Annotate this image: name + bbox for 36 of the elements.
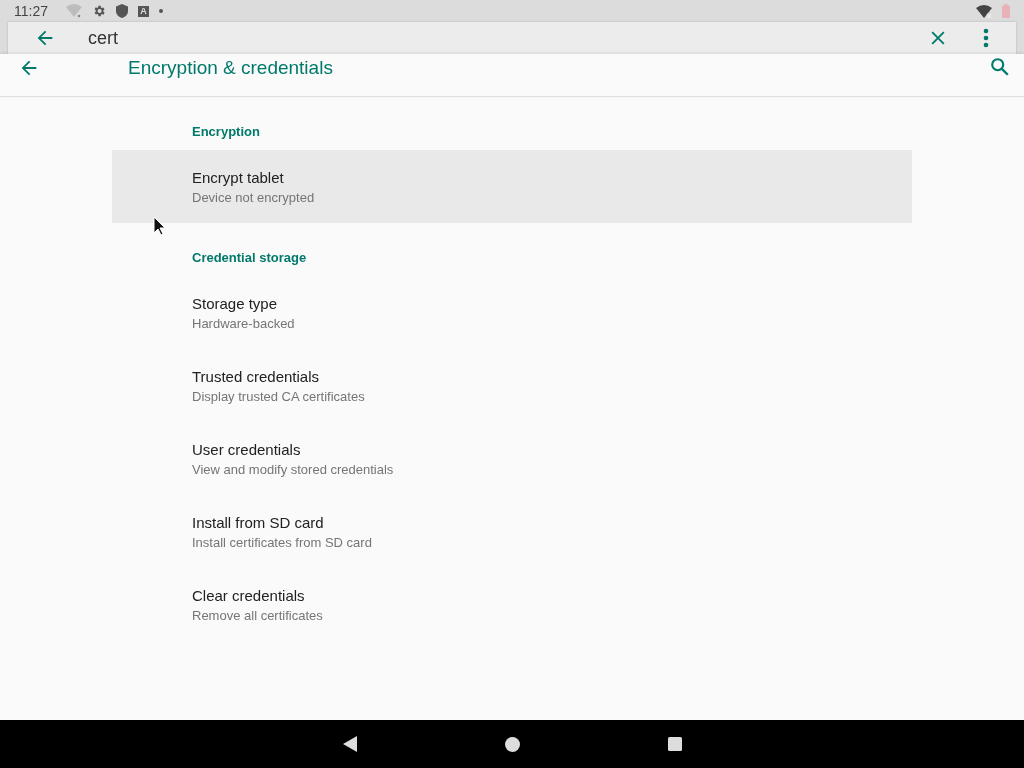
notification-icon: A: [138, 5, 149, 17]
item-summary: View and modify stored credentials: [192, 461, 395, 477]
item-title: Encrypt tablet: [192, 168, 285, 186]
list-item[interactable]: Storage type Hardware-backed: [112, 276, 912, 349]
item-title: User credentials: [192, 440, 302, 458]
wifi-question-icon: [66, 4, 82, 18]
page-title: Encryption & credentials: [128, 57, 333, 79]
item-title: Install from SD card: [192, 513, 325, 531]
item-summary: Hardware-backed: [192, 315, 296, 331]
home-circle-icon[interactable]: [504, 736, 520, 752]
list-item[interactable]: Clear credentials Remove all certificates: [112, 568, 912, 641]
item-title: Storage type: [192, 294, 279, 312]
list-item[interactable]: Encrypt tablet Device not encrypted: [112, 150, 912, 223]
section-header: Encryption: [192, 124, 260, 139]
list-item[interactable]: Install from SD card Install certificates from SD card: [112, 495, 912, 568]
wifi-off-icon: [976, 4, 992, 18]
item-summary: Install certificates from SD card: [192, 534, 373, 550]
list-item[interactable]: Trusted credentials Display trusted CA certificates: [112, 349, 912, 422]
back-triangle-icon[interactable]: [342, 736, 357, 752]
clock-time: 11:27: [14, 3, 48, 19]
settings-icon: [92, 4, 106, 18]
item-title: Trusted credentials: [192, 367, 320, 385]
section-header: Credential storage: [192, 250, 307, 265]
mouse-cursor-icon: [153, 216, 166, 236]
recents-square-icon[interactable]: [667, 737, 682, 751]
more-options-icon[interactable]: [983, 28, 989, 48]
search-icon[interactable]: [989, 56, 1011, 78]
shield-icon: [116, 4, 128, 18]
item-title: Clear credentials: [192, 586, 306, 604]
search-field[interactable]: cert: [88, 27, 208, 49]
battery-icon: [1002, 4, 1010, 18]
dot-icon: [159, 9, 163, 13]
item-summary: Remove all certificates: [192, 607, 324, 623]
list-item[interactable]: User credentials View and modify stored credentials: [112, 422, 912, 495]
item-summary: Device not encrypted: [192, 189, 316, 205]
item-summary: Display trusted CA certificates: [192, 388, 366, 404]
